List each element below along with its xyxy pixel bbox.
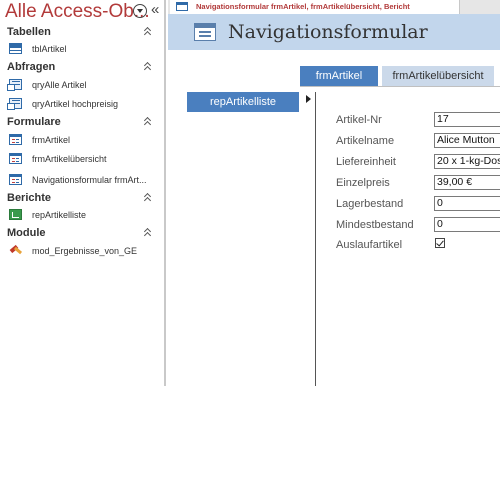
nav-item-qryalle-artikel[interactable]: qryAlle Artikel [0,76,162,94]
subform-container [300,86,500,386]
field-label-liefereinheit: Liefereinheit [336,156,396,168]
table-icon [9,43,22,54]
group-label: Tabellen [7,26,51,38]
field-label-artikelname: Artikelname [336,135,395,147]
tab-frmartikel[interactable]: frmArtikel [300,66,378,86]
auslaufartikel-checkbox[interactable] [435,238,445,248]
report-icon [9,209,22,220]
navigation-pane-header: Alle Access-Ob... « [0,0,166,24]
field-input-artikel-nr[interactable]: 17 [434,112,500,127]
collapse-chevron-icon[interactable] [144,118,152,126]
nav-item-mod-ergebnisse[interactable]: mod_Ergebnisse_von_GE [0,242,162,260]
form-header: Navigationsformular [168,14,500,50]
nav-item-label: tblArtikel [32,44,67,54]
tab-frmartikeluebersicht[interactable]: frmArtikelübersicht [382,66,494,86]
form-icon [194,23,216,41]
nav-item-label: frmArtikel [32,135,70,145]
collapse-chevron-icon[interactable] [144,63,152,71]
collapse-chevron-icon[interactable] [144,229,152,237]
field-input-artikelname[interactable]: Alice Mutton [434,133,500,148]
query-icon [7,98,22,110]
nav-item-label: Navigationsformular frmArt... [32,175,147,185]
group-label: Berichte [7,192,52,204]
chevron-down-icon[interactable] [133,4,147,18]
collapse-pane-button[interactable]: « [151,1,159,19]
group-header-tabellen[interactable]: Tabellen [0,24,162,40]
nav-item-label: qryArtikel hochpreisig [32,99,119,109]
document-tab-label: Navigationsformular frmArtikel, frmArtik… [196,2,410,11]
collapse-chevron-icon[interactable] [144,28,152,36]
field-input-lagerbestand[interactable]: 0 [434,196,500,211]
group-label: Abfragen [7,61,56,73]
nav-item-frmartikel[interactable]: frmArtikel [0,131,162,149]
form-icon [9,153,22,164]
field-label-artikel-nr: Artikel-Nr [336,114,382,126]
collapse-chevron-icon[interactable] [144,194,152,202]
field-label-mindestbestand: Mindestbestand [336,219,414,231]
group-label: Formulare [7,116,61,128]
group-header-formulare[interactable]: Formulare [0,114,162,130]
record-selector[interactable] [301,92,316,386]
nav-item-label: frmArtikelübersicht [32,154,107,164]
form-icon [176,2,188,11]
group-header-module[interactable]: Module [0,225,162,241]
navigation-pane-title[interactable]: Alle Access-Ob... [5,0,150,24]
field-label-auslaufartikel: Auslaufartikel [336,239,403,251]
query-icon [7,79,22,91]
nav-button-repartikelliste[interactable]: repArtikelliste [187,92,299,112]
form-icon [9,174,22,185]
field-input-mindestbestand[interactable]: 0 [434,217,500,232]
nav-item-frmartikeluebersicht[interactable]: frmArtikelübersicht [0,150,162,168]
group-header-berichte[interactable]: Berichte [0,190,162,206]
document-tab-bar: Navigationsformular frmArtikel, frmArtik… [168,0,500,14]
nav-item-repartikelliste[interactable]: repArtikelliste [0,206,162,224]
field-input-liefereinheit[interactable]: 20 x 1-kg-Dosen [434,154,500,169]
nav-item-label: mod_Ergebnisse_von_GE [32,246,138,256]
form-icon [9,134,22,145]
current-record-arrow-icon [306,95,311,103]
document-tab[interactable]: Navigationsformular frmArtikel, frmArtik… [170,0,460,14]
nav-item-navigationsformular[interactable]: Navigationsformular frmArt... [0,171,162,189]
group-label: Module [7,227,46,239]
form-title: Navigationsformular [228,21,428,43]
field-label-lagerbestand: Lagerbestand [336,198,404,210]
nav-item-tblartikel[interactable]: tblArtikel [0,40,162,58]
field-label-einzelpreis: Einzelpreis [336,177,390,189]
module-icon [9,245,22,256]
nav-item-label: repArtikelliste [32,210,87,220]
field-input-einzelpreis[interactable]: 39,00 € [434,175,500,190]
nav-item-qryartikel-hochpreisig[interactable]: qryArtikel hochpreisig [0,95,162,113]
nav-item-label: qryAlle Artikel [32,80,87,90]
navigation-pane: Alle Access-Ob... « Tabellen tblArtikel … [0,0,166,386]
group-header-abfragen[interactable]: Abfragen [0,59,162,75]
